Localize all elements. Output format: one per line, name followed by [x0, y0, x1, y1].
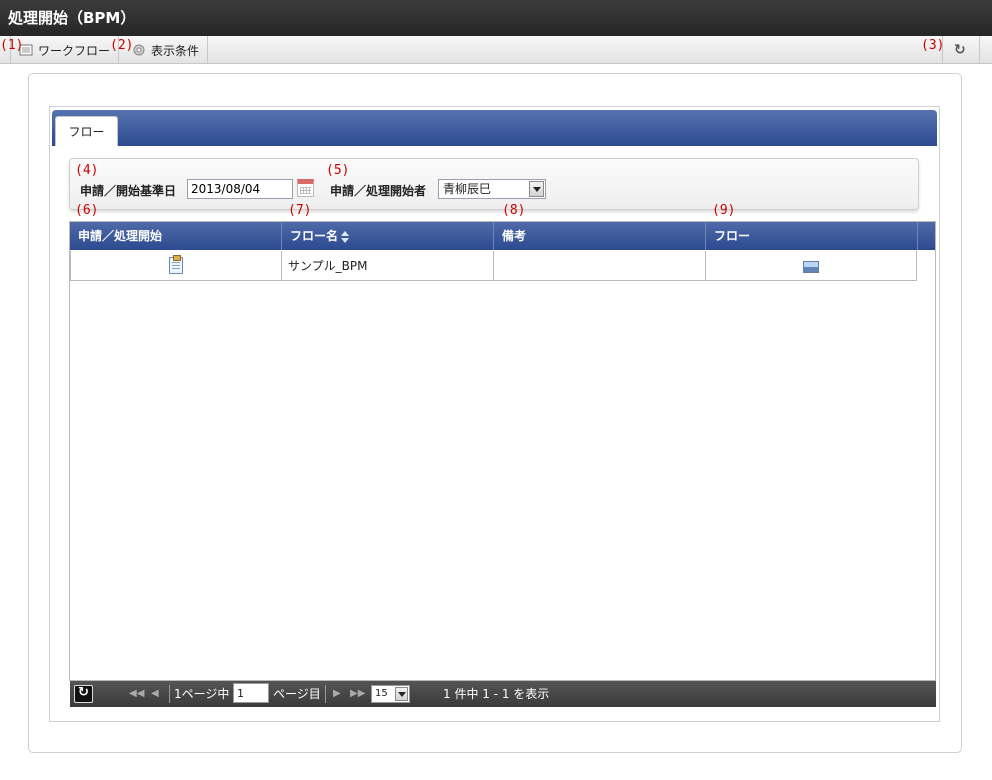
- cell-flow-name: サンプル_BPM: [282, 251, 494, 281]
- pager-refresh-icon[interactable]: [74, 685, 93, 703]
- pager-divider: [325, 685, 326, 703]
- annotation-2: (2): [110, 38, 134, 53]
- display-conditions-label: 表示条件: [151, 43, 200, 58]
- column-header-note: 備考: [494, 222, 706, 250]
- annotation-5: (5): [326, 163, 350, 178]
- workflow-button[interactable]: ワークフロー: [10, 36, 120, 64]
- pager-divider: [169, 685, 170, 703]
- page-suffix: ページ目: [273, 687, 321, 701]
- cell-note: [494, 251, 706, 281]
- column-header-flow-name[interactable]: フロー名: [282, 222, 494, 250]
- annotation-9: (9): [712, 203, 736, 218]
- sort-icon: [341, 230, 350, 243]
- chevron-down-icon: [395, 687, 408, 701]
- gear-icon: [132, 43, 146, 57]
- page-size-select[interactable]: 15: [371, 685, 410, 703]
- annotation-4: (4): [75, 163, 99, 178]
- page-input[interactable]: [233, 683, 269, 703]
- last-page-icon[interactable]: ▶▶: [350, 685, 365, 703]
- annotation-6: (6): [75, 203, 99, 218]
- toolbar: ワークフロー 表示条件 ↻: [0, 36, 992, 64]
- annotation-7: (7): [288, 203, 312, 218]
- flow-grid: [69, 221, 936, 681]
- date-label: 申請／開始基準日: [80, 184, 177, 198]
- page-size-value: 15: [375, 688, 388, 699]
- calendar-icon[interactable]: [297, 179, 314, 197]
- user-label: 申請／処理開始者: [330, 184, 427, 198]
- page-prefix: 1ページ中: [174, 687, 230, 701]
- refresh-button[interactable]: ↻: [942, 36, 980, 64]
- image-icon[interactable]: [803, 261, 819, 273]
- user-select-value: 青柳辰巳: [443, 182, 492, 196]
- annotation-8: (8): [502, 203, 526, 218]
- date-input[interactable]: [187, 179, 293, 199]
- clipboard-icon[interactable]: [169, 255, 183, 274]
- tab-strip: [52, 110, 937, 146]
- tab-flow[interactable]: フロー: [55, 116, 118, 146]
- page-title: 処理開始（BPM）: [0, 0, 992, 36]
- prev-page-icon[interactable]: ◀: [151, 685, 159, 703]
- workflow-label: ワークフロー: [38, 43, 111, 58]
- column-header-flow: フロー: [706, 222, 918, 250]
- user-select[interactable]: 青柳辰巳: [438, 179, 546, 199]
- annotation-1: (1): [0, 38, 24, 53]
- annotation-3: (3): [921, 38, 945, 53]
- pager-summary: 1 件中 1 - 1 を表示: [443, 687, 550, 701]
- column-header-start: 申請／処理開始: [70, 222, 282, 250]
- next-page-icon[interactable]: ▶: [333, 685, 341, 703]
- refresh-icon: ↻: [954, 42, 966, 58]
- first-page-icon[interactable]: ◀◀: [129, 685, 144, 703]
- chevron-down-icon: [529, 181, 544, 197]
- display-conditions-button[interactable]: 表示条件: [124, 36, 209, 64]
